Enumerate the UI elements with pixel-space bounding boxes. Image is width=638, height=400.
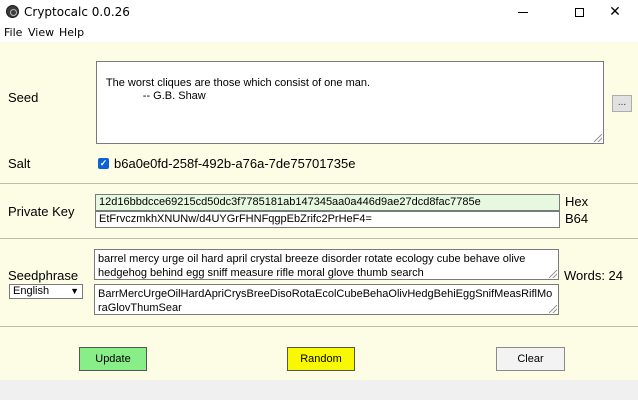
resize-grip-icon[interactable]	[594, 134, 602, 142]
minimize-button[interactable]	[500, 0, 546, 24]
menu-view[interactable]: View	[28, 26, 54, 39]
salt-label: Salt	[8, 156, 31, 171]
seed-browse-button[interactable]: ...	[612, 95, 632, 112]
section-divider	[0, 238, 638, 239]
seedphrase-compact-text: BarrMercUrgeOilHardApriCrysBreeDisoRotaE…	[98, 288, 553, 314]
seedphrase-compact-field[interactable]: BarrMercUrgeOilHardApriCrysBreeDisoRotaE…	[94, 284, 559, 315]
section-divider	[0, 183, 638, 184]
random-button[interactable]: Random	[287, 347, 355, 371]
checkmark-icon: ✓	[99, 158, 108, 168]
language-select[interactable]: English ▼	[9, 284, 83, 299]
private-key-label: Private Key	[8, 204, 75, 219]
resize-grip-icon[interactable]	[549, 270, 557, 278]
minimize-icon	[518, 11, 528, 13]
seedphrase-words-field[interactable]: barrel mercy urge oil hard april crystal…	[94, 249, 559, 280]
seedphrase-words-text: barrel mercy urge oil hard april crystal…	[98, 253, 526, 279]
word-count-label: Words: 24	[564, 268, 624, 283]
update-button[interactable]: Update	[79, 347, 147, 371]
menu-help[interactable]: Help	[59, 26, 84, 39]
private-key-hex-field[interactable]: 12d16bbdcce69215cd50dc3f7785181ab147345a…	[95, 194, 560, 211]
section-divider	[0, 326, 638, 327]
seed-label: Seed	[8, 90, 39, 105]
b64-unit-label: B64	[565, 211, 589, 226]
maximize-icon	[574, 7, 584, 17]
close-icon: ✕	[609, 4, 621, 20]
private-key-b64-field[interactable]: EtFrvczmkhXNUNw/d4UYGrFHNFqgpEbZrifc2PrH…	[95, 211, 560, 228]
salt-value: b6a0e0fd-258f-492b-a76a-7de75701735e	[114, 156, 356, 171]
menu-file[interactable]: File	[4, 26, 22, 39]
seed-textarea[interactable]: The worst cliques are those which consis…	[96, 61, 604, 144]
resize-grip-icon[interactable]	[549, 305, 557, 313]
status-bar	[0, 380, 638, 400]
title-bar: Cryptocalc 0.0.26 ✕	[0, 0, 638, 24]
menu-bar: File View Help	[0, 24, 638, 42]
close-button[interactable]: ✕	[592, 0, 638, 24]
seed-text: The worst cliques are those which consis…	[105, 77, 371, 102]
app-icon	[6, 5, 19, 18]
seedphrase-label: Seedphrase	[8, 268, 79, 283]
chevron-down-icon: ▼	[70, 286, 79, 296]
hex-unit-label: Hex	[565, 194, 589, 209]
language-value: English	[13, 285, 50, 297]
clear-button[interactable]: Clear	[496, 347, 565, 371]
window-title: Cryptocalc 0.0.26	[24, 5, 130, 19]
salt-checkbox[interactable]: ✓	[98, 158, 109, 169]
